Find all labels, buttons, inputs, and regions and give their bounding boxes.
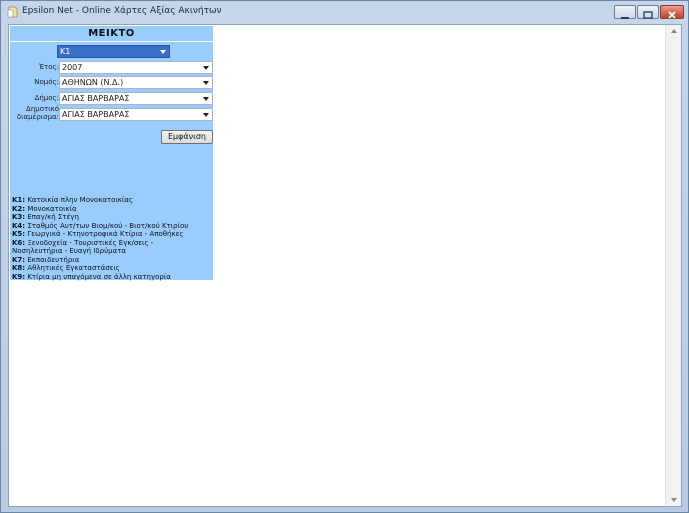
legend-text: Μονοκατοικία	[27, 204, 77, 213]
show-button[interactable]: Εμφάνιση	[161, 130, 213, 144]
category-select-value: K1	[59, 47, 157, 56]
close-icon	[668, 11, 676, 19]
municipality-label: Δήμος:	[34, 94, 59, 102]
window-title: Epsilon Net - Online Χάρτες Αξίας Ακινήτ…	[22, 6, 222, 16]
municipality-select-value: ΑΓΙΑΣ ΒΑΡΒΑΡΑΣ	[62, 94, 130, 103]
district-select[interactable]: ΑΓΙΑΣ ΒΑΡΒΑΡΑΣ	[59, 108, 213, 121]
legend-text: Εκπαιδευτήρια	[27, 255, 80, 264]
year-label: Έτος:	[38, 63, 59, 71]
legend-item: K9: Κτίρια μη υπαγόμενα σε άλλη κατηγορί…	[12, 273, 213, 282]
legend-item: K4: Σταθμός Αυτ/των Βιομ/κού - Βιοτ/κού …	[12, 222, 213, 231]
prefecture-select[interactable]: ΑΘΗΝΩΝ (Ν.Δ.)	[59, 76, 213, 89]
app-icon	[7, 6, 18, 18]
legend-text: Ξενοδοχεία - Τουριστικές Εγκ/σεις -	[27, 238, 154, 247]
legend-text: Αθλητικές Εγκαταστάσεις	[27, 264, 120, 272]
category-select[interactable]: K1	[57, 45, 170, 58]
legend-item: K3: Επαγ/κή Στέγη	[12, 213, 213, 222]
legend-code: K5:	[12, 230, 26, 238]
legend-code: K8:	[12, 264, 26, 272]
year-select[interactable]: 2007	[59, 61, 213, 74]
chevron-down-icon	[160, 50, 166, 54]
legend-code: K1:	[12, 196, 26, 204]
legend-text: Γεωργικά - Κτηνοτροφικά Κτίρια - Αποθήκε…	[27, 230, 184, 238]
legend-item-continuation: Νοσηλευτήρια - Ευαγή Ιδρύματα	[12, 247, 127, 255]
chevron-down-icon	[203, 97, 209, 101]
legend-item: K5: Γεωργικά - Κτηνοτροφικά Κτίρια - Απο…	[12, 230, 213, 239]
maximize-button[interactable]	[637, 5, 659, 19]
legend-code: K3:	[12, 213, 26, 221]
legend-code: K7:	[12, 255, 26, 264]
scroll-down-arrow-icon[interactable]	[671, 498, 677, 502]
content-area: ΜΕΙΚΤΟ K1 Έτος: 2007 Νομός: ΑΘΗΝΩΝ (Ν.Δ.…	[8, 24, 682, 507]
legend-code: K6:	[12, 238, 26, 247]
municipality-select[interactable]: ΑΓΙΑΣ ΒΑΡΒΑΡΑΣ	[59, 92, 213, 105]
maximize-icon	[643, 11, 653, 19]
chevron-down-icon	[203, 66, 209, 70]
minimize-button[interactable]	[614, 5, 636, 19]
minimize-icon	[621, 17, 629, 19]
legend-code: K9:	[12, 272, 26, 281]
legend-item: K2: Μονοκατοικία	[12, 205, 213, 214]
category-legend: K1: Κατοικία πλην Μονοκατοικίας K2: Μονο…	[12, 196, 213, 281]
close-button[interactable]	[660, 5, 684, 19]
legend-item: K7: Εκπαιδευτήρια	[12, 256, 213, 265]
district-select-value: ΑΓΙΑΣ ΒΑΡΒΑΡΑΣ	[62, 110, 130, 119]
legend-text: Κατοικία πλην Μονοκατοικίας	[27, 196, 134, 204]
panel-title: ΜΕΙΚΤΟ	[10, 26, 213, 42]
app-window: Epsilon Net - Online Χάρτες Αξίας Ακινήτ…	[0, 0, 689, 513]
legend-code: K4:	[12, 221, 26, 230]
legend-text: Κτίρια μη υπαγόμενα σε άλλη κατηγορία	[27, 272, 171, 281]
district-label-line2: διαμέρισμα:	[16, 113, 59, 121]
legend-text: Επαγ/κή Στέγη	[27, 213, 79, 221]
legend-text: Σταθμός Αυτ/των Βιομ/κού - Βιοτ/κού Κτιρ…	[27, 221, 189, 230]
legend-item: K6: Ξενοδοχεία - Τουριστικές Εγκ/σεις -	[12, 239, 213, 248]
chevron-down-icon	[203, 113, 209, 117]
chevron-down-icon	[203, 81, 209, 85]
title-bar[interactable]: Epsilon Net - Online Χάρτες Αξίας Ακινήτ…	[1, 1, 688, 23]
prefecture-select-value: ΑΘΗΝΩΝ (Ν.Δ.)	[62, 78, 124, 87]
legend-item: K1: Κατοικία πλην Μονοκατοικίας	[12, 196, 213, 205]
year-select-value: 2007	[62, 63, 83, 72]
scroll-up-arrow-icon[interactable]	[671, 29, 677, 33]
legend-code: K2:	[12, 204, 26, 213]
prefecture-label: Νομός:	[34, 78, 59, 86]
vertical-scrollbar[interactable]	[665, 25, 681, 506]
filter-panel: ΜΕΙΚΤΟ K1 Έτος: 2007 Νομός: ΑΘΗΝΩΝ (Ν.Δ.…	[10, 26, 213, 281]
window-controls	[613, 5, 684, 19]
legend-item: K8: Αθλητικές Εγκαταστάσεις	[12, 264, 213, 273]
district-label-line1: Δημοτικό	[26, 105, 59, 113]
